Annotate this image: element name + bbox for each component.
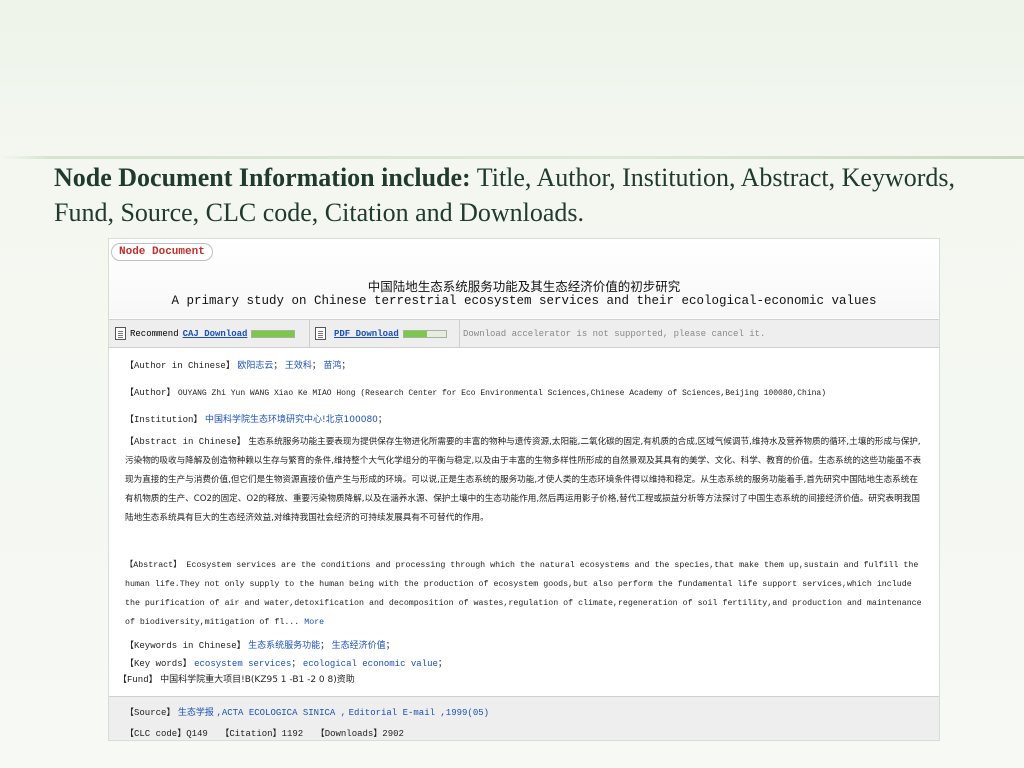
fund-value: 中国科学院重大项目!B(KZ95 1 -B1 -2 0 8)资助 <box>160 675 355 685</box>
caj-download-link[interactable]: CAJ Download <box>183 329 248 339</box>
fund-label: 【Fund】 <box>118 675 158 685</box>
recommend-label: Recommend <box>130 328 179 339</box>
keyword-link[interactable]: 生态系统服务功能 <box>248 641 320 651</box>
document-fields: 【Author in Chinese】 欧阳志云； 王效科； 苗鸿； 【Auth… <box>109 347 939 693</box>
abstract-chinese-label: 【Abstract in Chinese】 <box>125 437 246 447</box>
author-value: OUYANG Zhi Yun WANG Xiao Ke MIAO Hong (R… <box>177 389 827 398</box>
node-document-badge: Node Document <box>111 243 213 261</box>
download-toolbar: Recommend CAJ Download PDF Download Down… <box>109 319 939 348</box>
caj-progress-bar <box>251 329 296 338</box>
accelerator-notice-group: Download accelerator is not supported, p… <box>463 320 765 347</box>
pdf-download-link[interactable]: PDF Download <box>334 329 399 339</box>
pdf-download-group: PDF Download <box>315 320 460 347</box>
abstract-value: Ecosystem services are the conditions an… <box>125 561 922 627</box>
editorial-email-link[interactable]: Editorial E-mail ,1999(05) <box>349 708 489 718</box>
author-label: 【Author】 <box>125 388 176 398</box>
document-icon <box>315 327 326 340</box>
slide-heading: Node Document Information include: Title… <box>54 160 984 230</box>
pdf-progress-bar <box>402 329 447 338</box>
more-link[interactable]: More <box>304 618 324 627</box>
document-title-english: A primary study on Chinese terrestrial e… <box>171 294 877 308</box>
abstract-chinese-row: 【Abstract in Chinese】 生态系统服务功能主要表现为提供保存生… <box>125 433 925 528</box>
caj-download-group: Recommend CAJ Download <box>115 320 310 347</box>
keywords-chinese-label: 【Keywords in Chinese】 <box>125 641 246 651</box>
institution-link[interactable]: 中国科学院生态环境研究中心!北京100080 <box>205 415 378 425</box>
downloads-value: 2902 <box>382 729 404 739</box>
author-chinese-label: 【Author in Chinese】 <box>125 361 235 371</box>
citation-value: 1192 <box>281 729 304 739</box>
clc-label: 【CLC code】 <box>125 729 187 739</box>
node-document-panel: Node Document 中国陆地生态系统服务功能及其生态经济价值的初步研究 … <box>108 238 940 741</box>
keyword-link[interactable]: ecosystem services <box>194 659 291 669</box>
document-title-area: Node Document 中国陆地生态系统服务功能及其生态经济价值的初步研究 … <box>109 239 939 318</box>
institution-row: 【Institution】 中国科学院生态环境研究中心!北京100080； <box>125 414 387 425</box>
downloads-label: 【Downloads】 <box>315 729 383 739</box>
keywords-row: 【Key words】 ecosystem services； ecologic… <box>125 658 447 669</box>
source-row: 【Source】 生态学报 ,ACTA ECOLOGICA SINICA , E… <box>125 705 489 718</box>
abstract-row: 【Abstract】 Ecosystem services are the co… <box>125 556 927 632</box>
abstract-chinese-value: 生态系统服务功能主要表现为提供保存生物进化所需要的丰富的物种与遗传资源,太阳能,… <box>125 437 922 523</box>
journal-english: ,ACTA ECOLOGICA SINICA , <box>216 708 347 718</box>
institution-label: 【Institution】 <box>125 415 203 425</box>
citation-label: 【Citation】 <box>220 729 282 739</box>
keywords-label: 【Key words】 <box>125 659 192 669</box>
keyword-link[interactable]: 生态经济价值 <box>332 641 386 651</box>
clc-value: Q149 <box>186 729 208 739</box>
author-chinese-row: 【Author in Chinese】 欧阳志云； 王效科； 苗鸿； <box>125 360 351 371</box>
document-icon <box>115 327 126 340</box>
source-label: 【Source】 <box>125 708 176 718</box>
author-link[interactable]: 苗鸿 <box>323 361 341 371</box>
heading-bold: Node Document Information include: <box>54 163 471 192</box>
fund-row: 【Fund】 中国科学院重大项目!B(KZ95 1 -B1 -2 0 8)资助 <box>118 674 918 686</box>
keyword-link[interactable]: ecological economic value <box>303 659 438 669</box>
journal-link[interactable]: 生态学报 <box>178 708 214 718</box>
accelerator-notice: Download accelerator is not supported, p… <box>463 328 766 339</box>
abstract-label: 【Abstract】 <box>125 561 182 570</box>
keywords-chinese-row: 【Keywords in Chinese】 生态系统服务功能； 生态经济价值； <box>125 640 395 651</box>
author-link[interactable]: 欧阳志云 <box>237 361 273 371</box>
document-title-chinese: 中国陆地生态系统服务功能及其生态经济价值的初步研究 <box>367 279 681 294</box>
stats-row: 【CLC code】Q149 【Citation】1192 【Downloads… <box>125 726 404 739</box>
header-divider <box>0 156 1024 159</box>
author-link[interactable]: 王效科 <box>285 361 312 371</box>
author-row: 【Author】 OUYANG Zhi Yun WANG Xiao Ke MIA… <box>125 387 925 399</box>
